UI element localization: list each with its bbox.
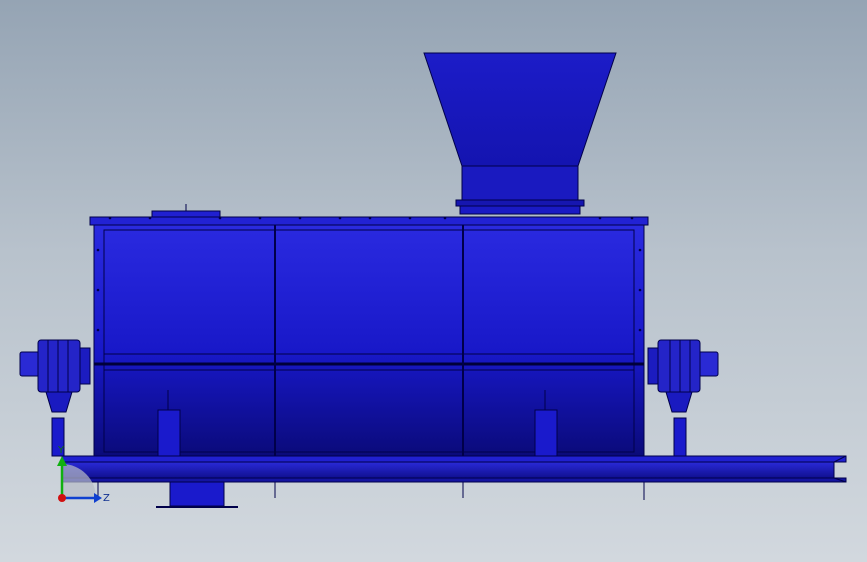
x-axis-dot (58, 494, 66, 502)
y-axis-label: Y (57, 445, 65, 456)
hopper[interactable] (423, 52, 617, 215)
right-drive-motor[interactable] (647, 339, 719, 457)
cad-model-drawing[interactable]: Y Z (0, 0, 867, 562)
z-axis-label: Z (103, 493, 110, 504)
discharge-outlet[interactable] (156, 481, 238, 508)
top-cover-plate[interactable] (151, 204, 221, 218)
left-drive-motor[interactable] (19, 339, 91, 457)
3d-viewport[interactable]: Y Z (0, 0, 867, 562)
